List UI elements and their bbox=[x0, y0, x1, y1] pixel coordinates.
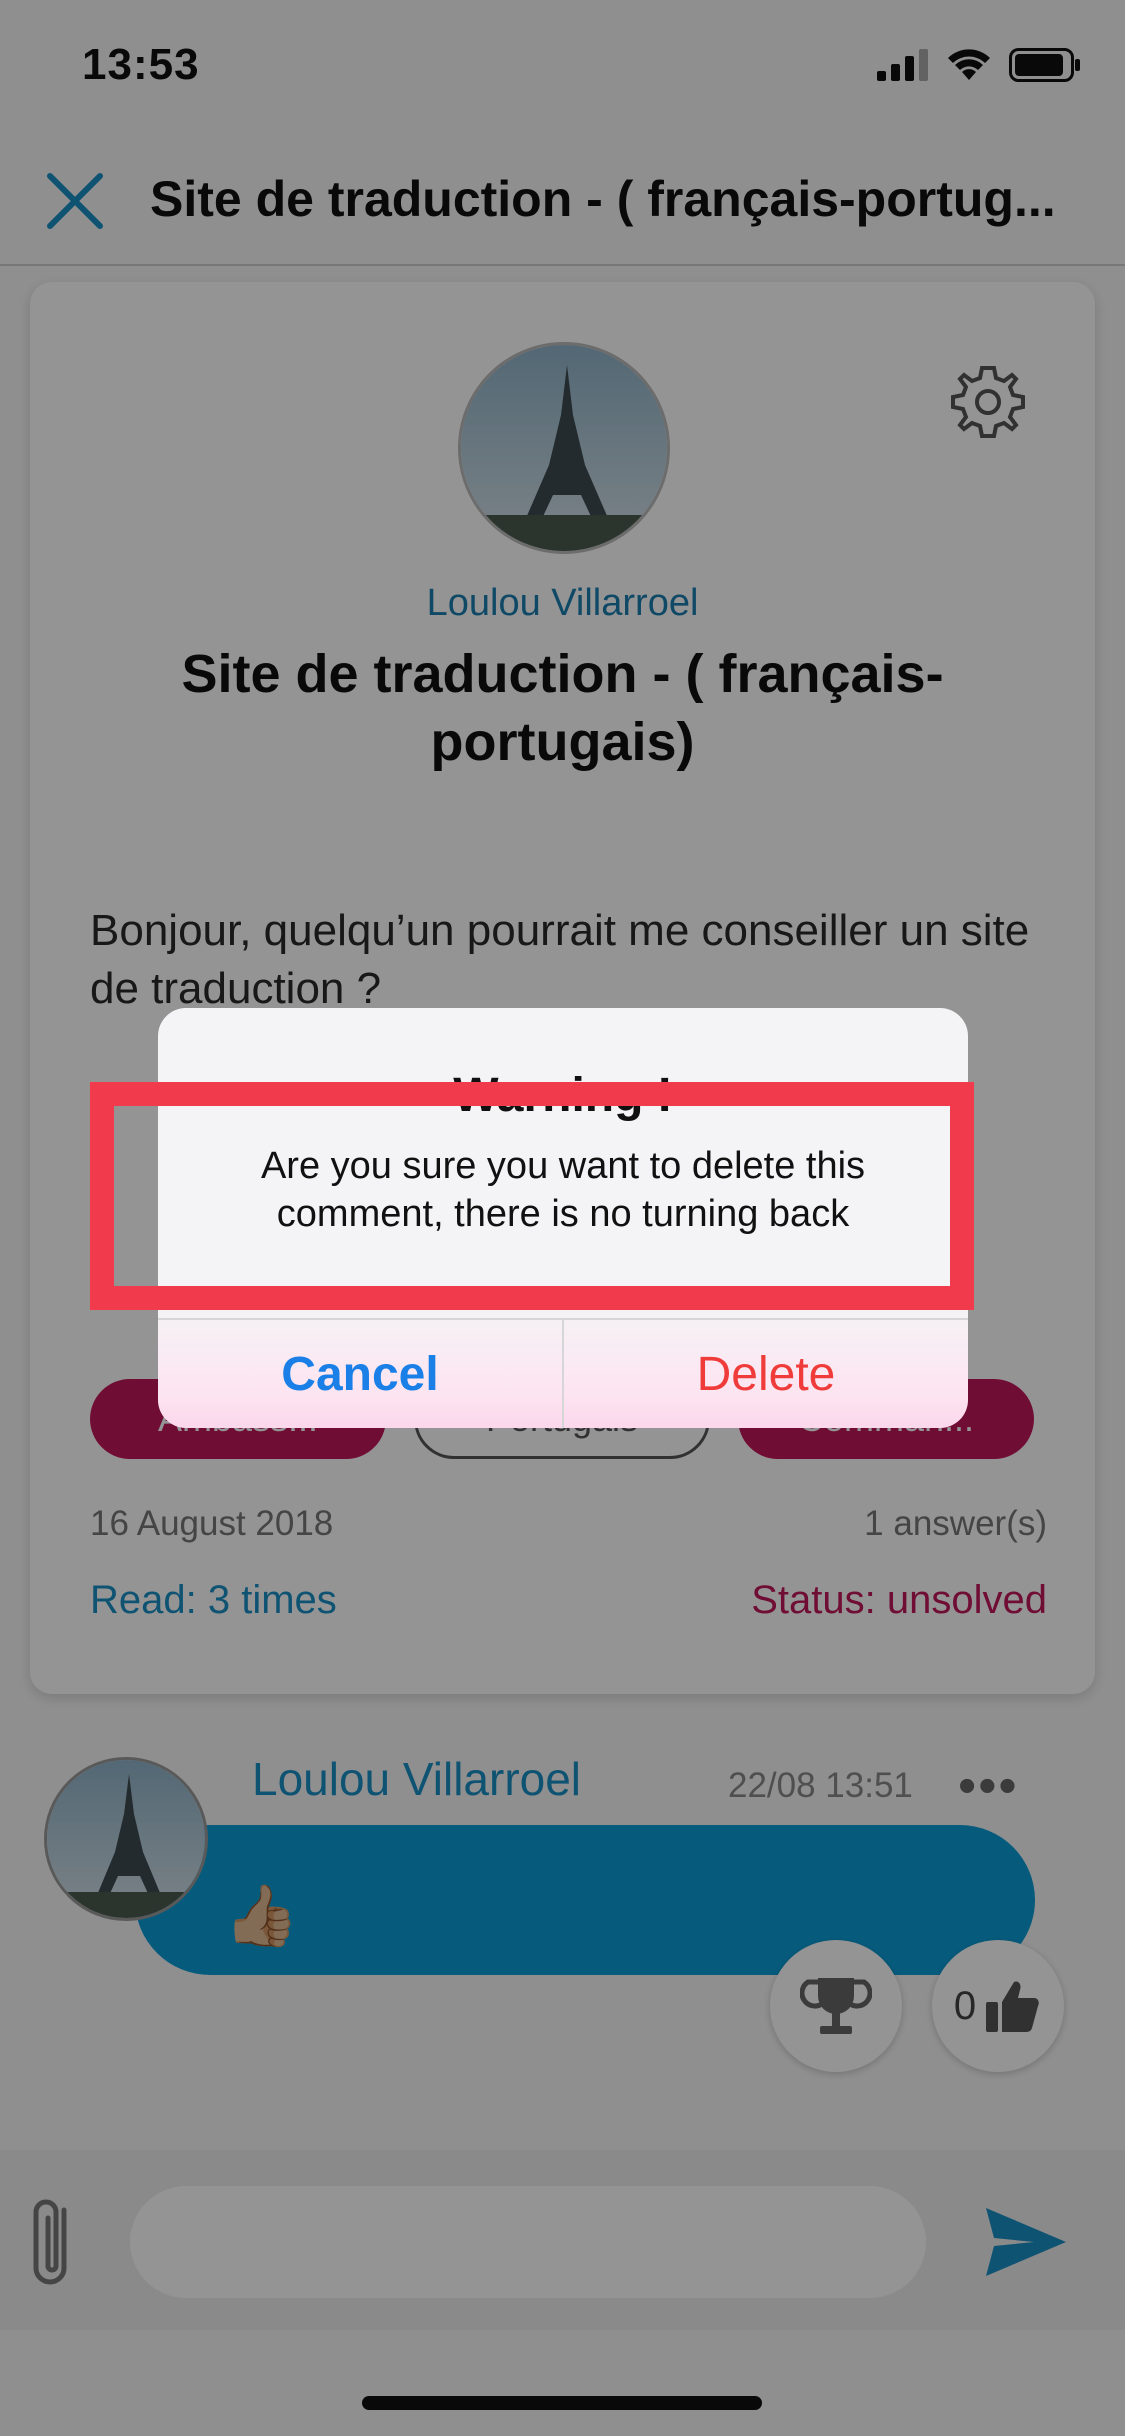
dialog-actions: Cancel Delete bbox=[158, 1318, 968, 1428]
highlight-annotation-box bbox=[90, 1082, 974, 1310]
cancel-button[interactable]: Cancel bbox=[158, 1320, 564, 1428]
delete-button[interactable]: Delete bbox=[564, 1320, 968, 1428]
